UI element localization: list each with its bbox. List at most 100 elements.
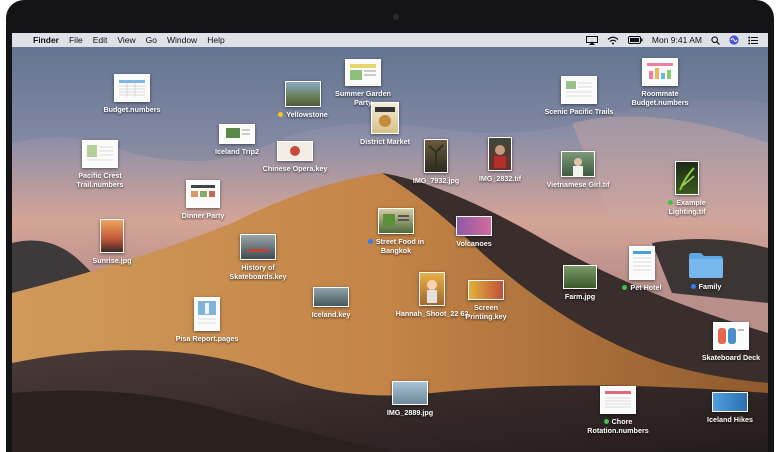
presentation-icon — [240, 234, 276, 260]
airplay-icon[interactable] — [585, 35, 598, 45]
desktop-item-img-2889[interactable]: IMG_2889.jpg — [382, 381, 438, 417]
menu-edit[interactable]: Edit — [93, 35, 108, 45]
document-icon — [186, 180, 220, 208]
menu-finder[interactable]: Finder — [33, 35, 59, 45]
menu-help[interactable]: Help — [207, 35, 224, 45]
item-label: Iceland.key — [311, 310, 351, 319]
spreadsheet-icon — [600, 386, 636, 414]
item-label: Volcanoes — [456, 239, 492, 248]
photo-icon — [563, 265, 597, 289]
item-label: History of Skateboards.key — [229, 263, 287, 281]
notification-center-icon[interactable] — [748, 36, 758, 45]
desktop-item-sunrise[interactable]: Sunrise.jpg — [82, 219, 142, 265]
item-label: Sunrise.jpg — [92, 256, 132, 265]
item-label: Chore Rotation.numbers — [582, 417, 654, 435]
item-label: Skateboard Deck — [701, 353, 761, 362]
document-icon — [713, 322, 749, 350]
presentation-icon — [313, 287, 349, 307]
item-label: IMG_2832.tif — [478, 174, 522, 183]
menu-bar: Finder File Edit View Go Window Help Mon… — [12, 33, 768, 47]
desktop-item-family-folder[interactable]: Family — [681, 251, 731, 291]
spreadsheet-icon — [561, 76, 597, 104]
desktop-item-history-of-skateboards[interactable]: History of Skateboards.key — [224, 234, 292, 281]
item-name: Example Lighting.tif — [668, 198, 706, 216]
siri-icon[interactable] — [729, 35, 739, 45]
desktop-item-street-food-bangkok[interactable]: Street Food in Bangkok — [360, 208, 432, 255]
battery-icon[interactable] — [627, 36, 643, 44]
item-label: Street Food in Bangkok — [360, 237, 432, 255]
menu-view[interactable]: View — [117, 35, 135, 45]
desktop-item-pacific-crest-trail[interactable]: Pacific Crest Trail.numbers — [65, 140, 135, 189]
desktop-item-dinner-party[interactable]: Dinner Party — [172, 180, 234, 220]
poster-icon — [371, 102, 399, 134]
spreadsheet-icon — [114, 74, 150, 102]
desktop-item-img-2832[interactable]: IMG_2832.tif — [467, 137, 533, 183]
desktop-item-example-lighting[interactable]: Example Lighting.tif — [656, 161, 718, 216]
laptop-frame: Finder File Edit View Go Window Help Mon… — [0, 0, 780, 452]
item-label: IMG_7932.jpg — [412, 176, 460, 185]
spotlight-search-icon[interactable] — [711, 35, 720, 45]
item-label: Roommate Budget.numbers — [631, 89, 689, 107]
presentation-icon — [219, 124, 255, 144]
item-label: Farm.jpg — [564, 292, 596, 301]
desktop-item-iceland-key[interactable]: Iceland.key — [310, 287, 352, 319]
item-label: Budget.numbers — [103, 105, 161, 114]
item-label: Yellowstone — [270, 110, 336, 119]
item-label: Pacific Crest Trail.numbers — [76, 171, 124, 189]
photo-icon — [424, 139, 448, 173]
desktop-item-roommate-budget[interactable]: Roommate Budget.numbers — [622, 58, 698, 107]
document-icon — [629, 246, 655, 280]
item-label: Screen Printing.key — [465, 303, 507, 321]
item-label: Family — [681, 282, 731, 291]
blue-tag-icon — [367, 239, 373, 244]
presentation-icon — [378, 208, 414, 234]
photo-icon — [488, 137, 512, 171]
desktop-item-budget[interactable]: Budget.numbers — [100, 74, 164, 114]
item-name: Chore Rotation.numbers — [587, 417, 649, 435]
item-label: Dinner Party — [181, 211, 225, 220]
photo-icon — [419, 272, 445, 306]
desktop-item-img-7932[interactable]: IMG_7932.jpg — [402, 139, 470, 185]
desktop-item-chore-rotation[interactable]: Chore Rotation.numbers — [582, 386, 654, 435]
photo-icon — [675, 161, 699, 195]
desktop-item-vietnamese-girl[interactable]: Vietnamese Girl.tif — [539, 151, 617, 189]
document-icon — [345, 59, 381, 86]
wifi-icon[interactable] — [607, 36, 619, 45]
presentation-icon — [712, 392, 748, 412]
green-tag-icon — [668, 200, 674, 205]
menu-window[interactable]: Window — [167, 35, 197, 45]
presentation-icon — [456, 216, 492, 236]
item-label: Vietnamese Girl.tif — [546, 180, 610, 189]
item-label: Pisa Report.pages — [175, 334, 239, 343]
desktop-item-volcanoes[interactable]: Volcanoes — [448, 216, 500, 248]
item-label: Pet Hotel — [616, 283, 668, 292]
menu-file[interactable]: File — [69, 35, 83, 45]
desktop-item-pet-hotel[interactable]: Pet Hotel — [616, 246, 668, 292]
desktop-item-skateboard-deck[interactable]: Skateboard Deck — [694, 322, 768, 362]
desktop-item-iceland-hikes[interactable]: Iceland Hikes — [698, 392, 762, 424]
item-label: Example Lighting.tif — [656, 198, 718, 216]
menu-go[interactable]: Go — [146, 35, 157, 45]
green-tag-icon — [603, 419, 609, 424]
photo-icon — [561, 151, 595, 177]
item-label: IMG_2889.jpg — [386, 408, 434, 417]
folder-icon — [689, 253, 723, 278]
item-label: Chinese Opera.key — [262, 164, 328, 173]
desktop-item-summer-garden-party[interactable]: Summer Garden Party — [327, 59, 399, 107]
item-label: Iceland Hikes — [707, 415, 753, 424]
item-name: Street Food in Bangkok — [375, 237, 425, 255]
spreadsheet-icon — [82, 140, 118, 168]
desktop-item-pisa-report[interactable]: Pisa Report.pages — [169, 297, 245, 343]
desktop-item-scenic-pacific-trails[interactable]: Scenic Pacific Trails — [544, 76, 614, 116]
clock[interactable]: Mon 9:41 AM — [652, 35, 702, 45]
blue-tag-icon — [690, 284, 696, 289]
green-tag-icon — [622, 285, 628, 290]
photo-icon — [100, 219, 124, 253]
desktop-item-screen-printing[interactable]: Screen Printing.key — [459, 280, 513, 321]
desktop-item-chinese-opera[interactable]: Chinese Opera.key — [254, 141, 336, 173]
item-name: Pet Hotel — [630, 283, 662, 292]
desktop-item-farm[interactable]: Farm.jpg — [560, 265, 600, 301]
presentation-icon — [468, 280, 504, 300]
desktop[interactable]: Finder File Edit View Go Window Help Mon… — [12, 33, 768, 452]
camera — [393, 14, 399, 20]
